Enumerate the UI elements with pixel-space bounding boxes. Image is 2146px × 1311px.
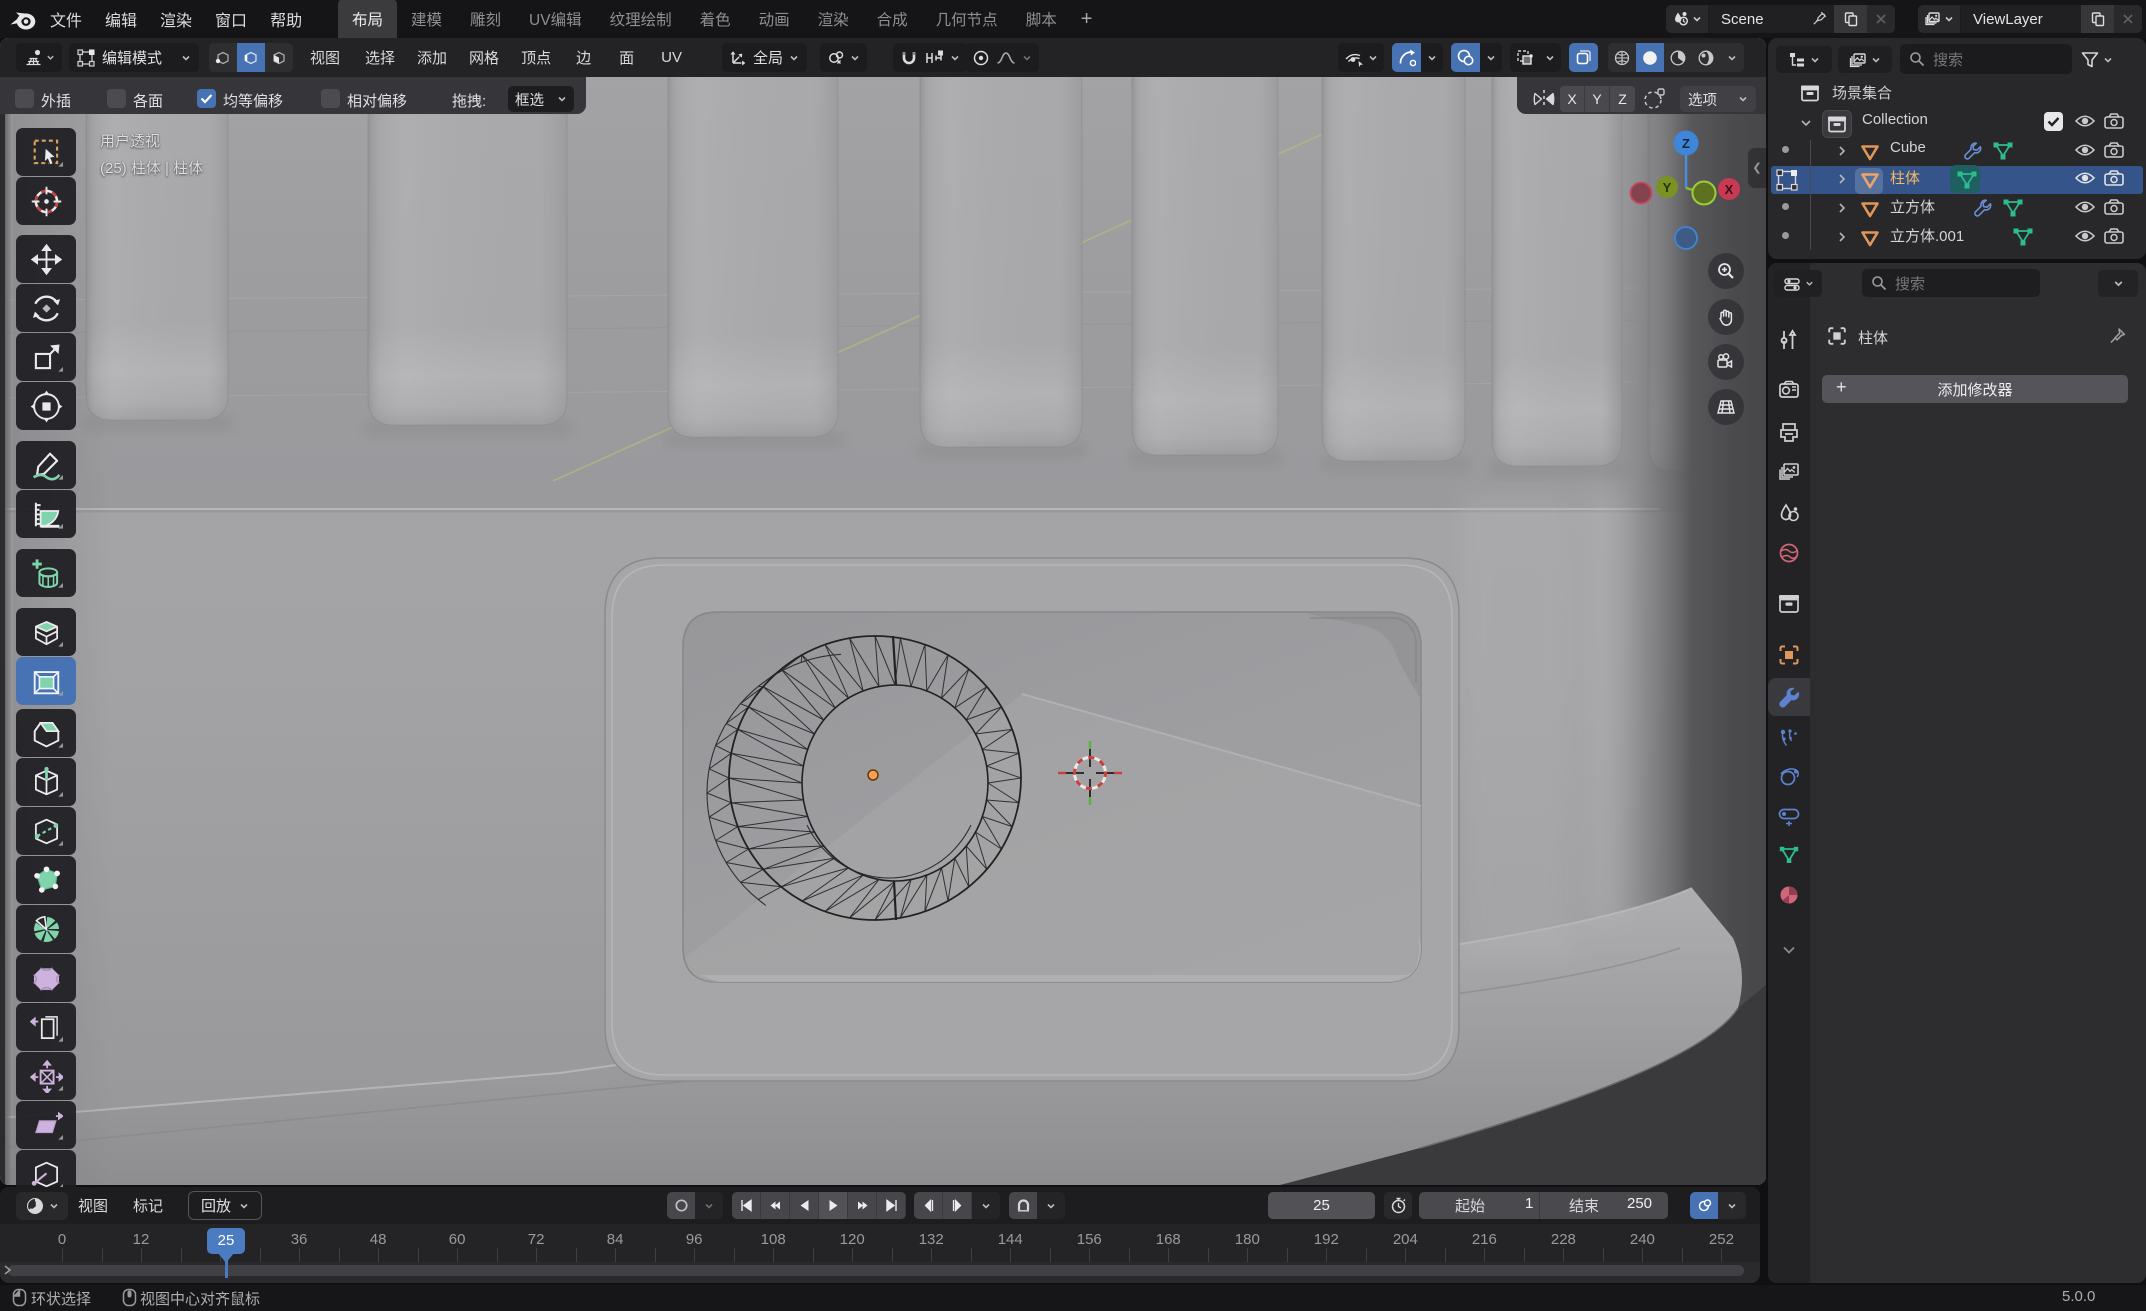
- svg-text:Z: Z: [1682, 136, 1690, 151]
- svg-text:X: X: [1725, 182, 1734, 197]
- svg-text:Y: Y: [1663, 180, 1672, 195]
